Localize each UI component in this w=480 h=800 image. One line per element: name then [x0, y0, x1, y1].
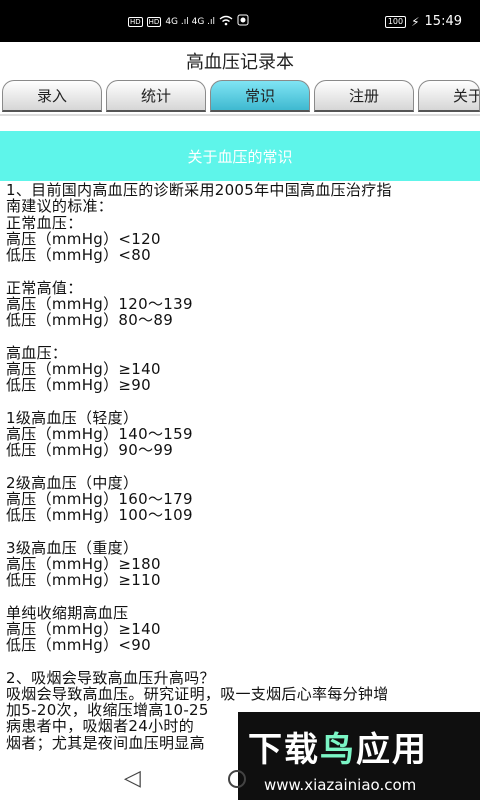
record-icon — [237, 14, 249, 29]
content-line — [6, 328, 474, 344]
content-line: 低压（mmHg）80～89 — [6, 311, 174, 329]
signal-icon: 4G .ıl 4G .ıl — [165, 16, 216, 27]
content-line: 单纯收缩期高血压 — [6, 603, 129, 622]
content-line: 2级高血压（中度） — [6, 473, 139, 492]
content-line: 3级高血压（重度） — [6, 538, 139, 557]
tab-register[interactable]: 注册 — [314, 80, 414, 112]
content-line: 1级高血压（轻度） — [6, 408, 139, 427]
watermark-logo: 下载鸟应用 — [248, 730, 428, 770]
app-title: 高血压记录本 — [0, 42, 480, 80]
watermark-url: www.xiazainiao.com — [264, 776, 417, 794]
content-line: 高压（mmHg）120～139 — [6, 294, 193, 313]
tab-about[interactable]: 关于 — [418, 80, 480, 112]
content-line: 低压（mmHg）≥90 — [6, 376, 151, 394]
charging-icon: ⚡ — [411, 14, 420, 29]
content-line: 高压（mmHg）<120 — [6, 229, 161, 248]
content-line: 高压（mmHg）≥180 — [6, 554, 161, 573]
battery-icon: 100 — [384, 15, 407, 28]
hd-badge-1: HD — [128, 16, 143, 27]
content-line: 2、吸烟会导致高血压升高吗？ — [6, 668, 215, 687]
content-line — [6, 588, 474, 604]
hd-badge-2: HD — [146, 16, 162, 27]
content-line: 低压（mmHg）<80 — [6, 246, 151, 264]
back-icon[interactable]: ◁ — [124, 766, 141, 791]
content-line — [6, 393, 474, 409]
content-line: 吸烟会导致高血压。研究证明，吸一支烟后心率每分钟增 — [6, 684, 389, 703]
tab-record[interactable]: 录入 — [2, 80, 102, 112]
content-line: 低压（mmHg）90～99 — [6, 441, 174, 459]
content-line: 1、目前国内高血压的诊断采用2005年中国高血压治疗指 — [6, 181, 392, 199]
content-line — [6, 523, 474, 539]
tab-knowledge[interactable]: 常识 — [210, 80, 310, 112]
section-header: 关于血压的常识 — [0, 131, 480, 181]
content-line: 高压（mmHg）≥140 — [6, 619, 161, 638]
knowledge-content: 1、目前国内高血压的诊断采用2005年中国高血压治疗指 南建议的标准： 正常血压：高… — [6, 182, 474, 751]
content-line: 高压（mmHg）≥140 — [6, 359, 161, 378]
content-line: 低压（mmHg）100～109 — [6, 506, 193, 524]
content-line — [6, 458, 474, 474]
content-line: 高压（mmHg）140～159 — [6, 424, 193, 443]
tab-divider — [0, 114, 480, 116]
status-bar: HD HD 4G .ıl 4G .ıl 100 ⚡ 15:49 — [0, 0, 480, 42]
content-line: 高压（mmHg）160～179 — [6, 489, 193, 508]
content-line — [6, 263, 474, 279]
content-line: 正常血压： — [6, 213, 83, 232]
home-icon[interactable] — [228, 770, 246, 788]
content-line: 正常高值： — [6, 278, 83, 297]
status-time: 15:49 — [424, 14, 462, 29]
content-line — [6, 653, 474, 669]
wifi-icon — [219, 15, 233, 29]
tab-statistics[interactable]: 统计 — [106, 80, 206, 112]
navigation-bar: ◁ — [0, 760, 246, 800]
content-line: 高血压： — [6, 343, 68, 362]
tab-bar: 录入 统计 常识 注册 关于 — [0, 80, 480, 114]
status-left: HD HD 4G .ıl 4G .ıl — [128, 14, 249, 29]
content-line: 南建议的标准： — [6, 197, 114, 216]
content-line: 低压（mmHg）<90 — [6, 636, 151, 654]
watermark: 下载鸟应用 www.xiazainiao.com — [238, 712, 480, 800]
content-line: 低压（mmHg）≥110 — [6, 571, 161, 589]
status-right: 100 ⚡ 15:49 — [384, 14, 462, 29]
